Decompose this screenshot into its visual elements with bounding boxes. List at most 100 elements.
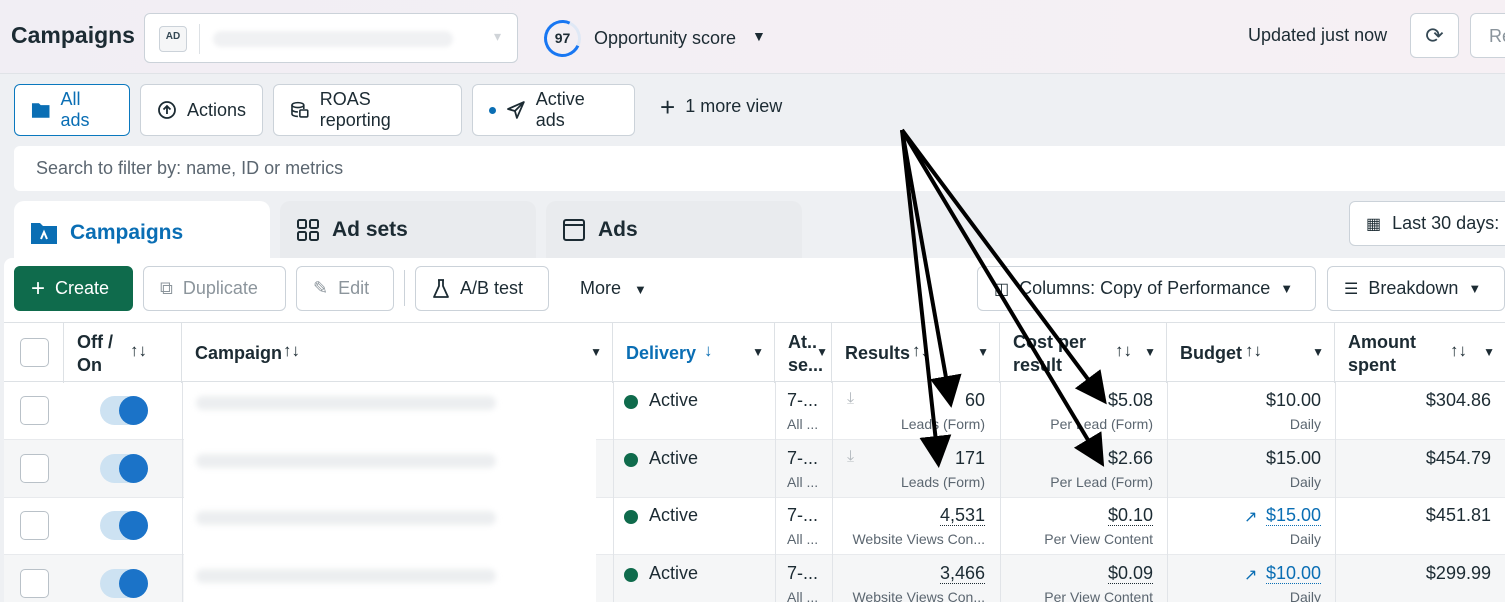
create-button[interactable]: + Create — [14, 266, 133, 311]
view-active-ads[interactable]: Active ads — [472, 84, 635, 136]
caret-down-icon[interactable]: ▼ — [752, 28, 766, 44]
caret-down-icon[interactable]: ▼ — [1312, 345, 1324, 359]
opportunity-score-value[interactable]: 97 — [544, 20, 581, 57]
amount-spent-value: $451.81 — [1425, 505, 1491, 525]
calendar-icon: ▦ — [1366, 216, 1382, 233]
header-off-on[interactable]: Off / On ↑↓ — [64, 323, 182, 383]
header-label: spent — [1348, 355, 1397, 375]
row-checkbox[interactable] — [20, 396, 49, 425]
caret-down-icon[interactable]: ▼ — [1483, 345, 1495, 359]
sort-icon[interactable]: ↑↓ — [130, 341, 147, 361]
send-icon — [507, 101, 525, 119]
caret-down-icon[interactable]: ▼ — [1144, 345, 1156, 359]
date-range-button[interactable]: ▦ Last 30 days: — [1349, 201, 1505, 246]
sort-icon[interactable]: ↑↓ — [283, 341, 300, 361]
view-actions[interactable]: Actions — [140, 84, 263, 136]
cost-per-result-value[interactable]: $0.10 — [1107, 505, 1153, 526]
opportunity-score-label[interactable]: Opportunity score — [594, 28, 736, 49]
pencil-icon: ✎ — [313, 278, 329, 298]
budget-value[interactable]: $10.00 — [1266, 390, 1321, 411]
breakdown-button[interactable]: ☰ Breakdown ▼ — [1327, 266, 1505, 311]
budget-value[interactable]: $15.00 — [1265, 505, 1321, 526]
header-budget[interactable]: Budget ↑↓ ▼ — [1167, 323, 1335, 383]
table-row[interactable]: Active 7-... All ... ⤓ 171 Leads (Form) … — [4, 440, 1505, 498]
tab-campaigns[interactable]: Campaigns — [14, 201, 270, 265]
header-campaign[interactable]: Campaign ↑↓ ▼ — [182, 323, 613, 383]
budget-value[interactable]: $10.00 — [1265, 563, 1321, 584]
results-number: 171 — [954, 448, 985, 468]
more-views-button[interactable]: + 1 more view — [660, 94, 782, 120]
select-all-checkbox[interactable] — [20, 338, 49, 367]
view-label: ROAS reporting — [319, 89, 391, 130]
header-label: Budget — [1180, 343, 1242, 363]
table-row[interactable]: Active 7-... All ... ⤓ 60 Leads (Form) $… — [4, 382, 1505, 440]
breakdown-label: Breakdown — [1368, 278, 1459, 298]
budget-chart-icon[interactable]: ↗ — [1244, 565, 1257, 585]
account-selector[interactable]: AD ▾ — [144, 13, 518, 63]
duplicate-icon: ⧉ — [160, 278, 173, 298]
review-button[interactable]: Re — [1470, 13, 1505, 58]
campaign-name-redacted[interactable] — [184, 497, 596, 555]
active-status-dot-icon — [624, 395, 638, 409]
view-label: Actions — [186, 99, 246, 120]
updated-status: Updated just now — [1248, 25, 1388, 45]
header-amount-spent[interactable]: Amount spent ↑↓ ▼ — [1335, 323, 1505, 383]
tab-ad-sets[interactable]: Ad sets — [280, 201, 536, 259]
campaign-name-redacted[interactable] — [184, 555, 596, 602]
amount-spent-value: $454.79 — [1425, 448, 1491, 468]
view-all-ads[interactable]: All ads — [14, 84, 130, 136]
download-icon[interactable]: ⤓ — [847, 448, 854, 466]
columns-label: Columns: Copy of Performance — [1019, 278, 1271, 298]
results-value[interactable]: 171 — [955, 448, 985, 469]
delivery-status: Active — [649, 448, 699, 468]
results-value[interactable]: 3,466 — [939, 563, 985, 584]
campaign-toggle[interactable] — [100, 569, 148, 598]
more-button[interactable]: More ▼ — [580, 278, 647, 299]
view-label: Active ads — [535, 89, 585, 130]
campaign-toggle[interactable] — [100, 396, 148, 425]
caret-down-icon[interactable]: ▼ — [752, 345, 764, 359]
row-checkbox[interactable] — [20, 511, 49, 540]
caret-down-icon[interactable]: ▼ — [977, 345, 989, 359]
caret-down-icon[interactable]: ▼ — [590, 345, 602, 359]
header-label: Amount — [1348, 332, 1416, 352]
ab-test-button[interactable]: A/B test — [415, 266, 549, 311]
header-delivery[interactable]: Delivery ↓ ▼ — [613, 323, 775, 383]
sort-desc-icon[interactable]: ↓ — [704, 341, 713, 361]
tab-ads[interactable]: Ads — [546, 201, 802, 259]
campaign-name-redacted[interactable] — [184, 440, 596, 498]
budget-type: Daily — [1289, 531, 1321, 547]
cost-per-result-value[interactable]: $2.66 — [1108, 448, 1153, 469]
header-cost-per-result[interactable]: Cost per result ↑↓ ▼ — [1000, 323, 1167, 383]
header-results[interactable]: Results ↑↓ ▼ — [832, 323, 1000, 383]
campaign-name-redacted[interactable] — [184, 382, 596, 440]
download-icon[interactable]: ⤓ — [847, 390, 854, 408]
budget-chart-icon[interactable]: ↗ — [1244, 507, 1257, 527]
caret-down-icon[interactable]: ▼ — [816, 345, 828, 359]
sort-icon[interactable]: ↑↓ — [1115, 341, 1132, 361]
sort-icon[interactable]: ↑↓ — [1245, 341, 1262, 361]
budget-value[interactable]: $15.00 — [1266, 448, 1321, 469]
refresh-button[interactable]: ⟳ — [1410, 13, 1459, 58]
campaign-toggle[interactable] — [100, 454, 148, 483]
campaign-toggle[interactable] — [100, 511, 148, 540]
table-row[interactable]: Active 7-... All ... 3,466 Website Views… — [4, 555, 1505, 602]
edit-button[interactable]: ✎ Edit — [296, 266, 394, 311]
view-roas-reporting[interactable]: ROAS reporting — [273, 84, 462, 136]
budget-number: $15.00 — [1265, 505, 1321, 526]
sort-icon[interactable]: ↑↓ — [912, 341, 929, 361]
sort-icon[interactable]: ↑↓ — [1450, 341, 1467, 361]
results-value[interactable]: 4,531 — [939, 505, 985, 526]
cost-per-result-type: Per View Content — [1044, 531, 1153, 547]
row-checkbox[interactable] — [20, 569, 49, 598]
columns-button[interactable]: ◫ Columns: Copy of Performance ▼ — [977, 266, 1316, 311]
cost-per-result-value[interactable]: $5.08 — [1108, 390, 1153, 411]
search-input[interactable]: Search to filter by: name, ID or metrics — [14, 146, 1505, 191]
cost-per-result-value[interactable]: $0.09 — [1107, 563, 1153, 584]
duplicate-button[interactable]: ⧉ Duplicate — [143, 266, 286, 311]
budget-type: Daily — [1289, 416, 1321, 432]
results-value[interactable]: 60 — [965, 390, 985, 411]
row-checkbox[interactable] — [20, 454, 49, 483]
header-attribution[interactable]: At.. se... ▼ — [775, 323, 832, 383]
table-row[interactable]: Active 7-... All ... 4,531 Website Views… — [4, 497, 1505, 555]
